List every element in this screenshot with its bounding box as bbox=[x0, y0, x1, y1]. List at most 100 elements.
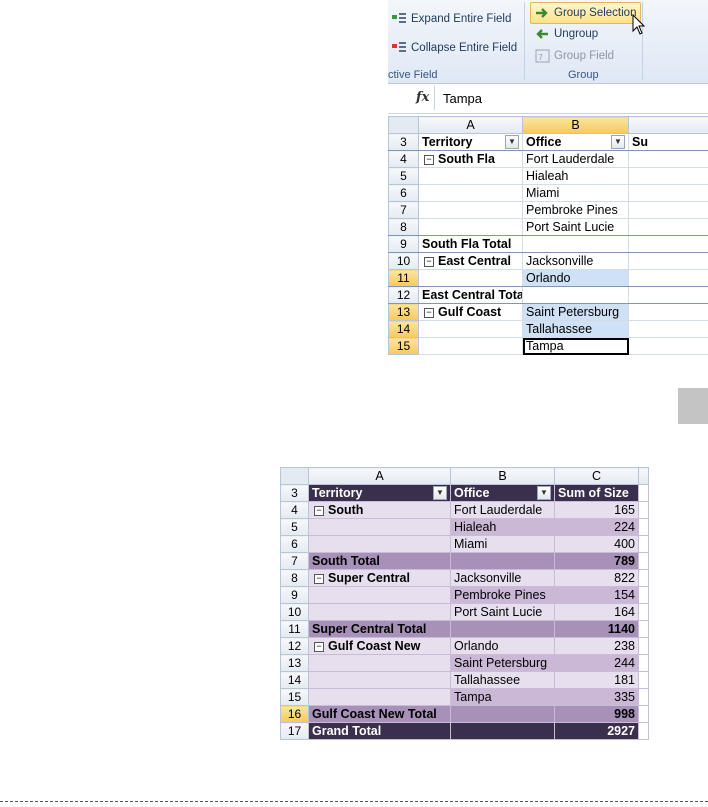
office-header-cell[interactable]: Office ▼ bbox=[450, 484, 555, 502]
row-header[interactable]: 11 bbox=[388, 269, 419, 287]
row-header[interactable]: 13 bbox=[280, 654, 309, 672]
cell[interactable] bbox=[628, 218, 708, 236]
row-header[interactable]: 10 bbox=[388, 252, 419, 270]
office-cell[interactable]: Tampa bbox=[450, 688, 555, 706]
filter-dropdown-icon[interactable]: ▼ bbox=[505, 135, 519, 149]
cell[interactable] bbox=[628, 235, 708, 253]
size-value-cell[interactable]: 400 bbox=[554, 535, 639, 553]
row-header[interactable]: 9 bbox=[388, 235, 419, 253]
collapse-entire-field-button[interactable]: Collapse Entire Field bbox=[392, 38, 517, 58]
active-cell[interactable]: Tampa bbox=[522, 337, 629, 355]
territory-cell[interactable] bbox=[308, 671, 451, 689]
cell[interactable] bbox=[638, 586, 649, 604]
cell[interactable] bbox=[638, 654, 649, 672]
territory-cell[interactable] bbox=[418, 337, 523, 355]
ungroup-button[interactable]: Ungroup bbox=[535, 24, 598, 44]
office-cell[interactable] bbox=[450, 620, 555, 638]
territory-total-cell[interactable]: East Central Total bbox=[418, 286, 523, 304]
row-header[interactable]: 3 bbox=[388, 133, 419, 151]
cell[interactable] bbox=[628, 303, 708, 321]
office-cell[interactable]: Fort Lauderdale bbox=[522, 150, 629, 168]
column-header-c[interactable] bbox=[628, 116, 708, 134]
row-header[interactable]: 4 bbox=[280, 501, 309, 519]
size-total-cell[interactable]: 998 bbox=[554, 705, 639, 723]
sum-header-cell[interactable]: Su bbox=[628, 133, 708, 151]
office-cell-selected[interactable]: Tallahassee bbox=[522, 320, 629, 338]
cell[interactable] bbox=[638, 671, 649, 689]
column-header-c[interactable]: C bbox=[554, 467, 639, 485]
row-header[interactable]: 3 bbox=[280, 484, 309, 502]
row-header[interactable]: 5 bbox=[388, 167, 419, 185]
cell[interactable] bbox=[638, 637, 649, 655]
office-cell[interactable]: Fort Lauderdale bbox=[450, 501, 555, 519]
sum-of-size-header-cell[interactable]: Sum of Size bbox=[554, 484, 639, 502]
office-cell[interactable]: Saint Petersburg bbox=[450, 654, 555, 672]
territory-cell[interactable] bbox=[418, 201, 523, 219]
territory-cell[interactable] bbox=[418, 320, 523, 338]
cell[interactable] bbox=[628, 150, 708, 168]
office-cell[interactable]: Jacksonville bbox=[522, 252, 629, 270]
size-value-cell[interactable]: 822 bbox=[554, 569, 639, 587]
column-header-b[interactable]: B bbox=[522, 116, 629, 134]
office-cell[interactable]: Pembroke Pines bbox=[522, 201, 629, 219]
row-header[interactable]: 12 bbox=[280, 637, 309, 655]
office-cell[interactable] bbox=[450, 705, 555, 723]
cell[interactable] bbox=[638, 552, 649, 570]
territory-total-cell[interactable]: South Fla Total bbox=[418, 235, 523, 253]
territory-total-cell[interactable]: Gulf Coast New Total bbox=[308, 705, 451, 723]
office-cell[interactable]: Hialeah bbox=[450, 518, 555, 536]
row-header[interactable]: 5 bbox=[280, 518, 309, 536]
office-cell[interactable]: Hialeah bbox=[522, 167, 629, 185]
row-header[interactable]: 7 bbox=[280, 552, 309, 570]
size-value-cell[interactable]: 238 bbox=[554, 637, 639, 655]
size-value-cell[interactable]: 165 bbox=[554, 501, 639, 519]
office-cell[interactable]: Jacksonville bbox=[450, 569, 555, 587]
cell[interactable] bbox=[638, 535, 649, 553]
territory-cell[interactable]: − East Central bbox=[418, 252, 523, 270]
territory-cell[interactable]: − Gulf Coast bbox=[418, 303, 523, 321]
cell[interactable] bbox=[628, 201, 708, 219]
territory-cell[interactable] bbox=[308, 654, 451, 672]
office-cell-selected[interactable]: Saint Petersburg bbox=[522, 303, 629, 321]
cell[interactable] bbox=[628, 252, 708, 270]
collapse-icon[interactable]: − bbox=[424, 257, 434, 267]
office-cell[interactable] bbox=[522, 286, 629, 304]
territory-cell[interactable] bbox=[308, 603, 451, 621]
sort-filter-dropdown-icon[interactable]: ▼ bbox=[611, 135, 625, 149]
office-cell[interactable]: Pembroke Pines bbox=[450, 586, 555, 604]
size-total-cell[interactable]: 789 bbox=[554, 552, 639, 570]
territory-cell[interactable] bbox=[308, 688, 451, 706]
size-value-cell[interactable]: 244 bbox=[554, 654, 639, 672]
row-header[interactable]: 9 bbox=[280, 586, 309, 604]
collapse-icon[interactable]: − bbox=[424, 308, 434, 318]
office-cell[interactable]: Miami bbox=[450, 535, 555, 553]
cell[interactable] bbox=[628, 337, 708, 355]
cell[interactable] bbox=[638, 722, 649, 740]
cell[interactable] bbox=[638, 705, 649, 723]
row-header[interactable]: 8 bbox=[388, 218, 419, 236]
office-cell[interactable]: Orlando bbox=[450, 637, 555, 655]
territory-cell[interactable]: − South Fla bbox=[418, 150, 523, 168]
row-header[interactable]: 16 bbox=[280, 705, 309, 723]
row-header[interactable]: 12 bbox=[388, 286, 419, 304]
sort-filter-dropdown-icon[interactable]: ▼ bbox=[537, 486, 551, 500]
collapse-icon[interactable]: − bbox=[314, 506, 324, 516]
row-header[interactable]: 7 bbox=[388, 201, 419, 219]
office-cell-selected[interactable]: Orlando bbox=[522, 269, 629, 287]
row-header[interactable]: 6 bbox=[280, 535, 309, 553]
cell[interactable] bbox=[638, 484, 649, 502]
column-header-b[interactable]: B bbox=[450, 467, 555, 485]
function-icon[interactable]: fx bbox=[416, 90, 429, 105]
territory-total-cell[interactable]: South Total bbox=[308, 552, 451, 570]
territory-cell[interactable]: − Super Central bbox=[308, 569, 451, 587]
grand-total-label-cell[interactable]: Grand Total bbox=[308, 722, 451, 740]
size-value-cell[interactable]: 164 bbox=[554, 603, 639, 621]
territory-cell[interactable] bbox=[308, 518, 451, 536]
collapse-icon[interactable]: − bbox=[314, 574, 324, 584]
territory-cell[interactable]: − Gulf Coast New bbox=[308, 637, 451, 655]
office-cell[interactable]: Port Saint Lucie bbox=[450, 603, 555, 621]
group-selection-button[interactable]: Group Selection bbox=[530, 2, 642, 24]
cell[interactable] bbox=[628, 286, 708, 304]
formula-input[interactable]: Tampa bbox=[443, 91, 482, 106]
column-header-d[interactable] bbox=[638, 467, 649, 485]
